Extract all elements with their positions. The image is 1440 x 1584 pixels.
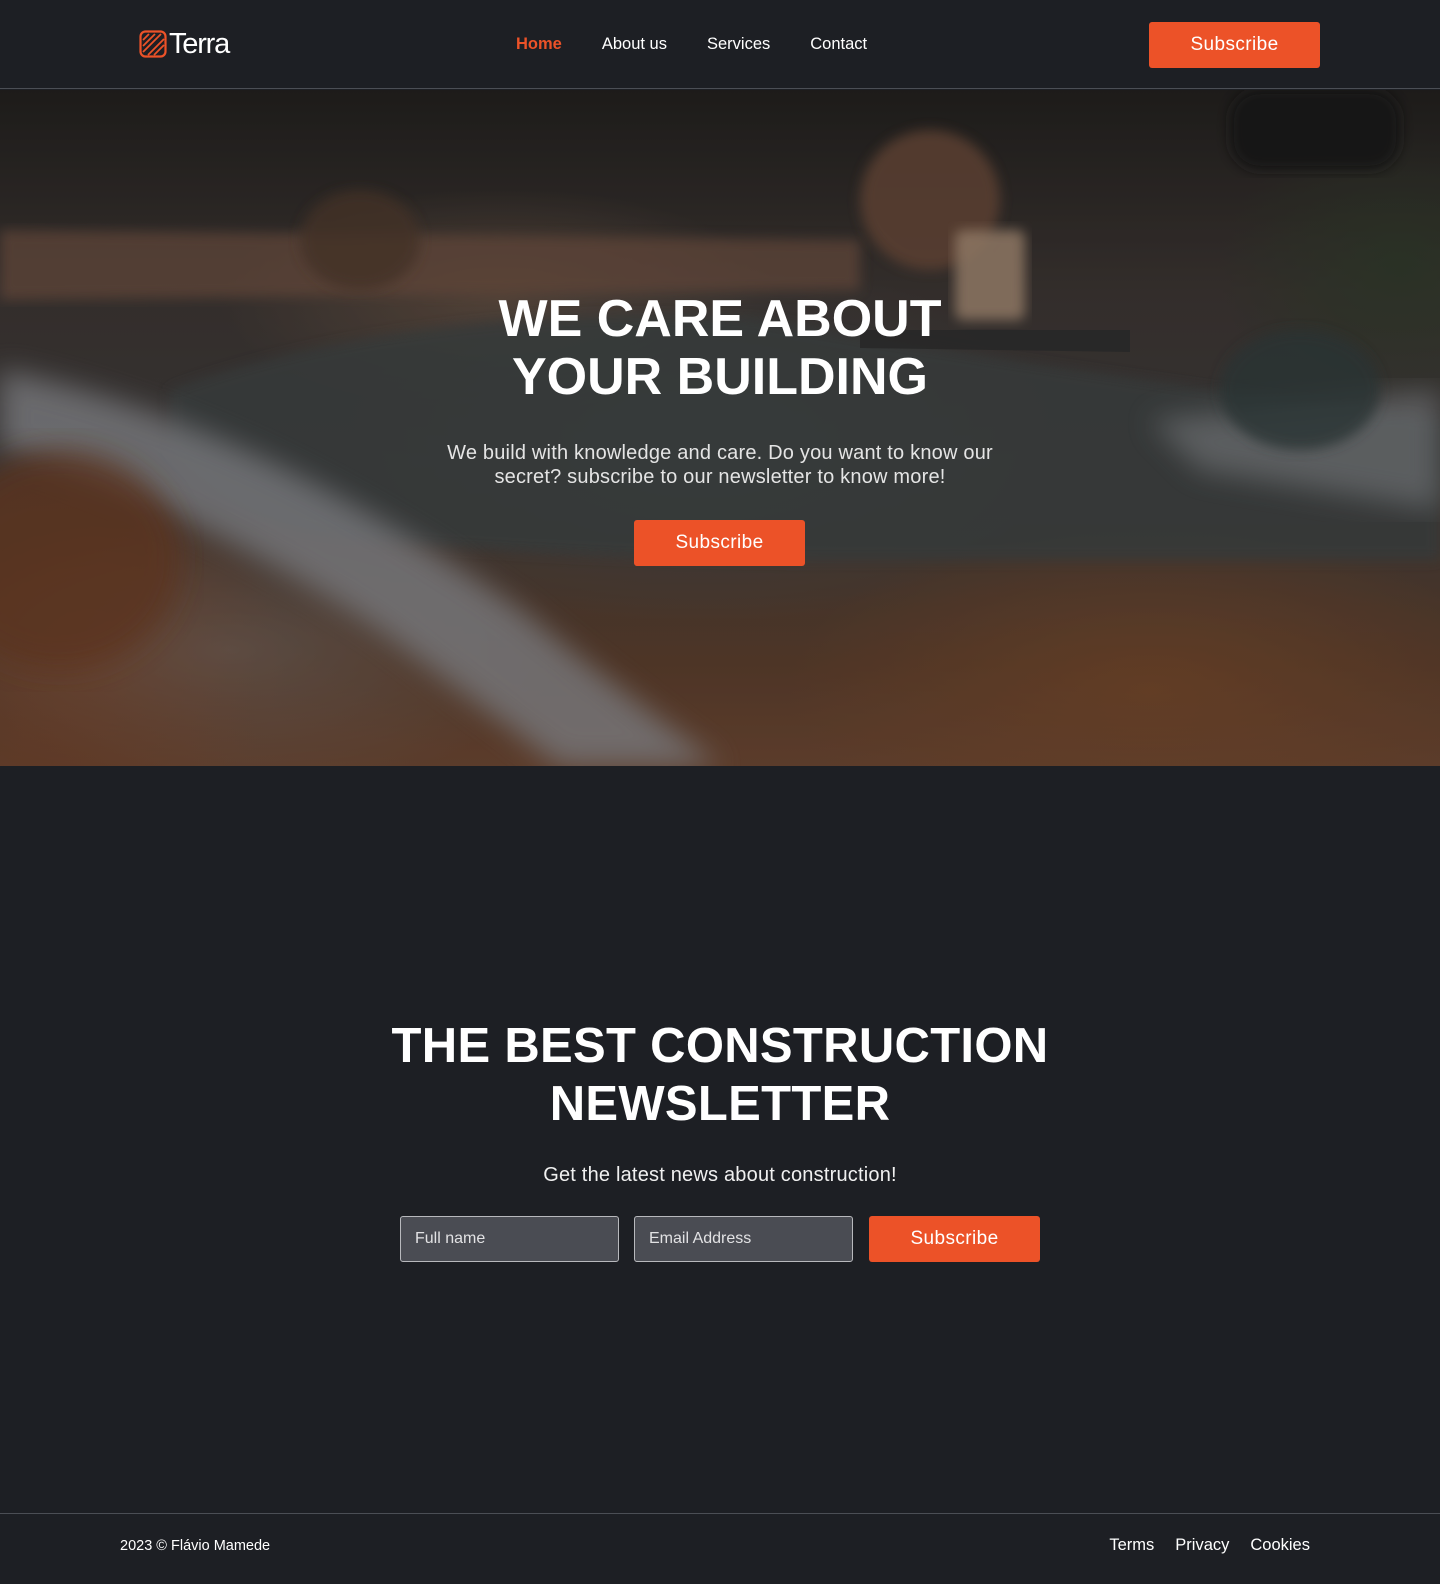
site-header: Terra Home About us Services Contact Sub…	[0, 0, 1440, 89]
newsletter-title-text: THE BEST CONSTRUCTION NEWSLETTER	[391, 1019, 1049, 1131]
email-address-input[interactable]	[634, 1216, 853, 1262]
nav-item-contact[interactable]: Contact	[810, 33, 867, 55]
hero-title-text: WE CARE ABOUT YOUR BUILDING	[498, 290, 942, 406]
nav-item-about-us[interactable]: About us	[602, 33, 667, 55]
brand-logo[interactable]: Terra	[139, 27, 230, 61]
hero-title: WE CARE ABOUT YOUR BUILDING	[0, 290, 1440, 406]
footer-link-cookies[interactable]: Cookies	[1250, 1534, 1310, 1556]
footer-link-privacy[interactable]: Privacy	[1175, 1534, 1229, 1556]
site-footer: 2023 © Flávio Mamede Terms Privacy Cooki…	[0, 1513, 1440, 1584]
full-name-input[interactable]	[400, 1216, 619, 1262]
nav-item-services[interactable]: Services	[707, 33, 770, 55]
hero-overlay	[0, 90, 1440, 766]
hero-section: WE CARE ABOUT YOUR BUILDING We build wit…	[0, 90, 1440, 766]
brand-name: Terra	[169, 27, 230, 60]
newsletter-subtitle: Get the latest news about construction!	[543, 1164, 897, 1186]
nav-item-home[interactable]: Home	[516, 33, 562, 55]
newsletter-title: THE BEST CONSTRUCTION NEWSLETTER	[0, 1017, 1440, 1133]
copyright-text: 2023 © Flávio Mamede	[120, 1538, 271, 1554]
hero-subscribe-button[interactable]: Subscribe	[634, 520, 805, 566]
footer-links: Terms Privacy Cookies	[1109, 1534, 1310, 1556]
main-nav: Home About us Services Contact	[516, 33, 867, 55]
header-subscribe-button[interactable]: Subscribe	[1149, 22, 1320, 68]
terra-leaf-logo-icon	[139, 30, 167, 58]
newsletter-subscribe-button[interactable]: Subscribe	[869, 1216, 1040, 1262]
footer-link-terms[interactable]: Terms	[1109, 1534, 1154, 1556]
hero-subtitle: We build with knowledge and care. Do you…	[447, 442, 993, 488]
